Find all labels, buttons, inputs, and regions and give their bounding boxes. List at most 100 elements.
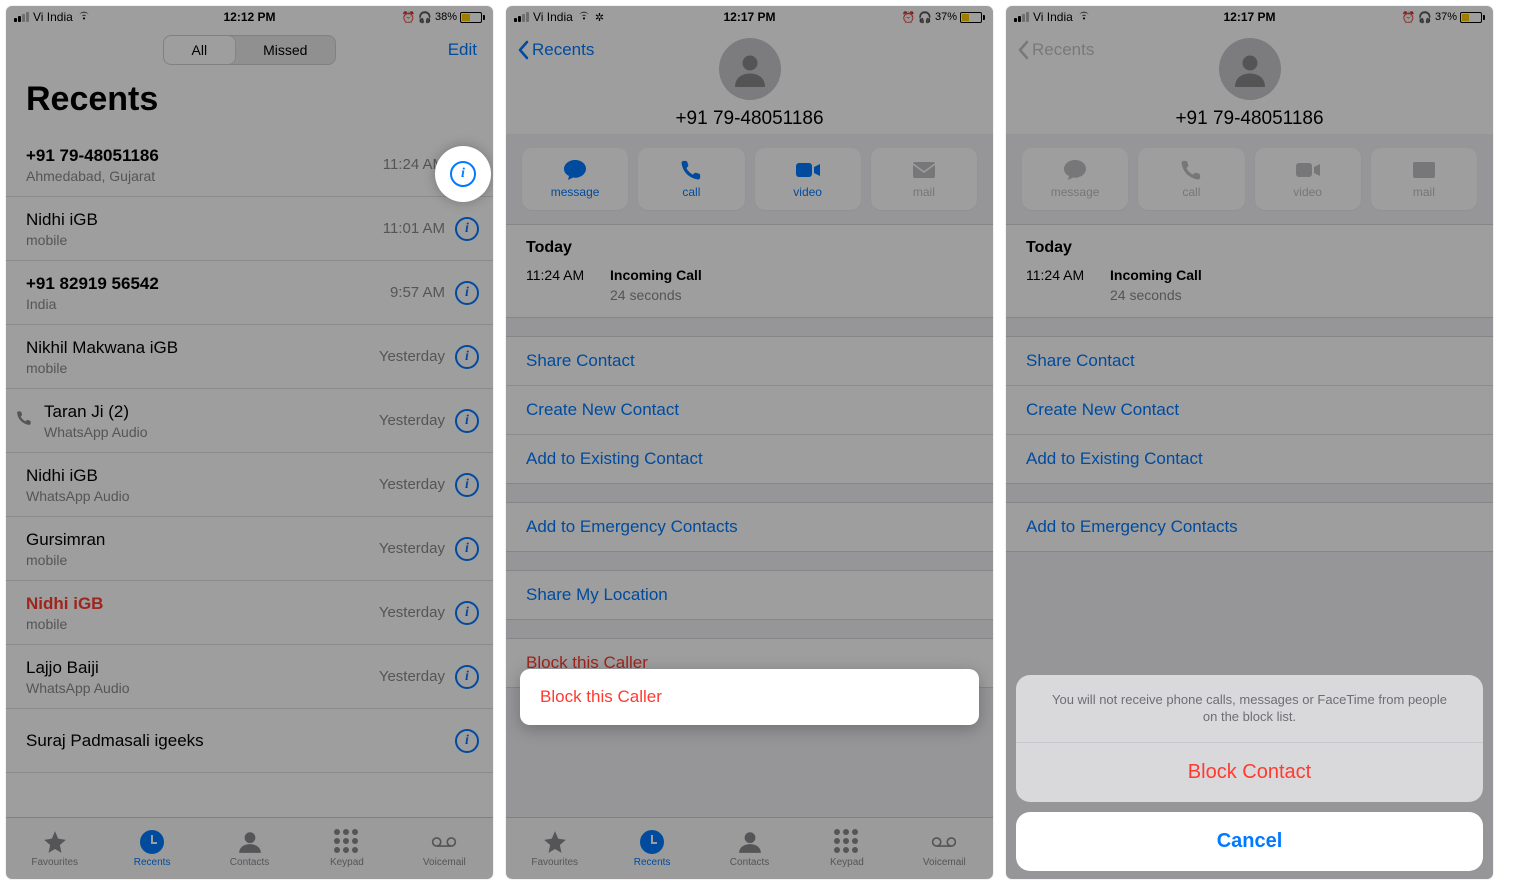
status-time: 12:17 PM (723, 10, 775, 24)
info-button[interactable]: i (455, 601, 479, 625)
video-icon (1295, 159, 1321, 181)
headphones-icon: 🎧 (918, 11, 932, 24)
chevron-left-icon (1016, 40, 1030, 60)
person-icon (737, 829, 763, 855)
action-label: message (1051, 185, 1100, 199)
info-button[interactable]: i (455, 281, 479, 305)
tab-voicemail[interactable]: Voicemail (396, 818, 493, 879)
add-existing-row[interactable]: Add to Existing Contact (506, 435, 993, 483)
call-row[interactable]: Lajjo BaijiWhatsApp AudioYesterdayi (6, 645, 493, 709)
call-log-card: Today 11:24 AM Incoming Call24 seconds (1006, 224, 1493, 318)
tab-label: Voicemail (423, 857, 466, 868)
add-existing-row: Add to Existing Contact (1006, 435, 1493, 483)
call-subtitle: mobile (26, 232, 383, 248)
screen-recents: Vi India 12:12 PM ⏰ 🎧 38% All Missed Edi… (6, 6, 493, 879)
info-button-highlighted[interactable]: i (435, 146, 491, 202)
status-time: 12:12 PM (223, 10, 275, 24)
action-call: call (1138, 148, 1244, 210)
call-time: Yesterday (379, 540, 445, 557)
action-label: call (682, 185, 700, 199)
nav-bar: All Missed Edit (6, 28, 493, 72)
info-button[interactable]: i (455, 473, 479, 497)
call-row[interactable]: Nidhi iGBmobileYesterdayi (6, 581, 493, 645)
log-time: 11:24 AM (526, 267, 598, 303)
tab-keypad[interactable]: Keypad (298, 818, 395, 879)
share-contact-row[interactable]: Share Contact (506, 337, 993, 386)
back-button[interactable]: Recents (516, 40, 594, 60)
info-button[interactable]: i (455, 729, 479, 753)
signal-icon (1014, 12, 1029, 22)
voicemail-icon (431, 829, 457, 855)
call-title: +91 82919 56542 (26, 274, 390, 294)
emergency-row[interactable]: Add to Emergency Contacts (506, 503, 993, 551)
tab-label: Favourites (31, 857, 78, 868)
tab-label: Contacts (730, 857, 769, 868)
cancel-button[interactable]: Cancel (1016, 812, 1483, 871)
action-row: message call video mail (506, 134, 993, 224)
action-label: message (551, 185, 600, 199)
today-heading: Today (526, 239, 973, 257)
tab-favourites[interactable]: Favourites (506, 818, 603, 879)
edit-button[interactable]: Edit (448, 40, 477, 60)
share-contact-row: Share Contact (1006, 337, 1493, 386)
emergency-card: Add to Emergency Contacts (1006, 502, 1493, 552)
info-button[interactable]: i (455, 409, 479, 433)
info-button[interactable]: i (455, 537, 479, 561)
phone-icon (1180, 159, 1202, 181)
wifi-icon (577, 10, 591, 24)
call-time: Yesterday (379, 604, 445, 621)
call-title: +91 79-48051186 (26, 146, 383, 166)
action-mail: mail (1371, 148, 1477, 210)
keypad-icon (334, 829, 360, 855)
block-contact-button[interactable]: Block Contact (1016, 743, 1483, 802)
back-button: Recents (1016, 40, 1094, 60)
create-contact-row[interactable]: Create New Contact (506, 386, 993, 435)
action-message[interactable]: message (522, 148, 628, 210)
call-row[interactable]: Nidhi iGBmobile11:01 AMi (6, 197, 493, 261)
nav-bar: Recents (506, 28, 993, 72)
action-call[interactable]: call (638, 148, 744, 210)
segment-missed[interactable]: Missed (235, 36, 335, 64)
action-message: message (1022, 148, 1128, 210)
tab-voicemail[interactable]: Voicemail (896, 818, 993, 879)
phone-icon (680, 159, 702, 181)
tab-recents[interactable]: Recents (603, 818, 700, 879)
call-list[interactable]: +91 79-48051186Ahmedabad, Gujarat11:24 A… (6, 133, 493, 773)
segment-all[interactable]: All (164, 36, 236, 64)
tab-recents[interactable]: Recents (103, 818, 200, 879)
battery-icon (460, 12, 485, 23)
call-row[interactable]: Suraj Padmasali igeeksi (6, 709, 493, 773)
mail-icon (912, 159, 936, 181)
call-row[interactable]: +91 79-48051186Ahmedabad, Gujarat11:24 A… (6, 133, 493, 197)
call-row[interactable]: GursimranmobileYesterdayi (6, 517, 493, 581)
action-video[interactable]: video (755, 148, 861, 210)
tab-contacts[interactable]: Contacts (701, 818, 798, 879)
info-button[interactable]: i (455, 217, 479, 241)
call-row[interactable]: Taran Ji (2)WhatsApp AudioYesterdayi (6, 389, 493, 453)
call-row[interactable]: Nidhi iGBWhatsApp AudioYesterdayi (6, 453, 493, 517)
share-location-row[interactable]: Share My Location (506, 571, 993, 619)
action-label: mail (1413, 185, 1435, 199)
call-time: Yesterday (379, 668, 445, 685)
tab-keypad[interactable]: Keypad (798, 818, 895, 879)
info-button[interactable]: i (455, 345, 479, 369)
star-icon (42, 829, 68, 855)
block-caller-row[interactable]: Block this Caller (520, 669, 979, 725)
status-time: 12:17 PM (1223, 10, 1275, 24)
call-title: Lajjo Baiji (26, 658, 379, 678)
call-row[interactable]: +91 82919 56542India9:57 AMi (6, 261, 493, 325)
action-row: message call video mail (1006, 134, 1493, 224)
tab-favourites[interactable]: Favourites (6, 818, 103, 879)
mail-icon (1412, 159, 1436, 181)
carrier-label: Vi India (33, 10, 73, 24)
tab-bar: Favourites Recents Contacts Keypad Voice… (6, 817, 493, 879)
battery-percent: 38% (435, 11, 457, 23)
call-title: Nidhi iGB (26, 466, 379, 486)
call-row[interactable]: Nikhil Makwana iGBmobileYesterdayi (6, 325, 493, 389)
battery-icon (1460, 12, 1485, 23)
tab-contacts[interactable]: Contacts (201, 818, 298, 879)
segmented-control[interactable]: All Missed (163, 35, 337, 65)
info-button[interactable]: i (455, 665, 479, 689)
battery-icon (960, 12, 985, 23)
alarm-icon: ⏰ (902, 11, 916, 24)
